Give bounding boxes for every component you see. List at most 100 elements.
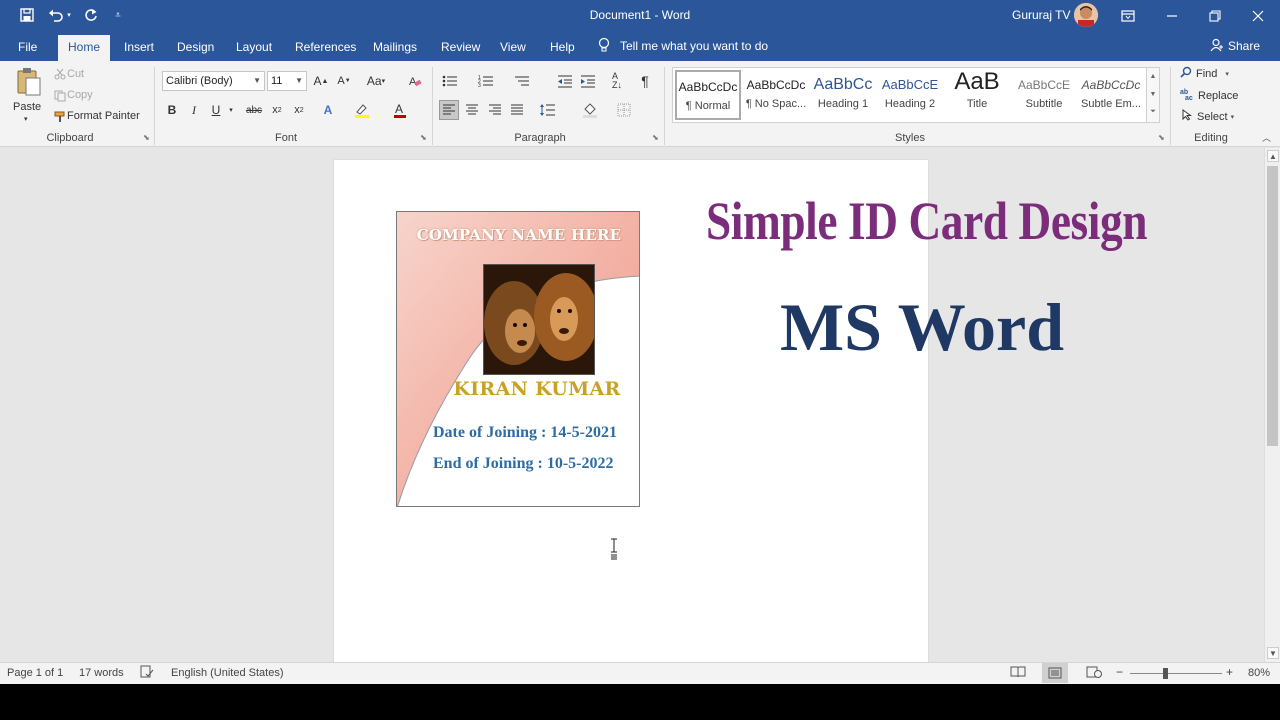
style-no-spacing[interactable]: AaBbCcDc ¶ No Spac...	[743, 70, 809, 120]
copy-button[interactable]: Copy	[67, 89, 93, 101]
font-launcher-icon[interactable]: ⬊	[420, 133, 427, 142]
page-count[interactable]: Page 1 of 1	[7, 667, 63, 679]
tab-design[interactable]: Design	[169, 35, 222, 61]
align-right-icon[interactable]	[485, 100, 505, 120]
style-heading-2[interactable]: AaBbCcE Heading 2	[877, 70, 943, 120]
shading-icon[interactable]	[580, 100, 600, 120]
paragraph-launcher-icon[interactable]: ⬊	[652, 133, 659, 142]
scroll-down-icon[interactable]: ▼	[1267, 647, 1279, 659]
increase-indent-icon[interactable]	[578, 71, 598, 91]
style-subtle-emphasis[interactable]: AaBbCcDc Subtle Em...	[1078, 70, 1144, 120]
web-layout-icon[interactable]	[1086, 666, 1102, 681]
decrease-indent-icon[interactable]	[555, 71, 575, 91]
underline-dropdown-icon[interactable]: ▾	[226, 100, 236, 120]
print-layout-icon[interactable]	[1042, 663, 1068, 683]
underline-icon[interactable]: U	[206, 100, 226, 120]
sort-icon[interactable]: A Z↓	[607, 71, 627, 91]
style-normal[interactable]: AaBbCcDc ¶ Normal	[675, 70, 741, 120]
line-spacing-icon[interactable]	[538, 100, 558, 120]
collapse-ribbon-icon[interactable]: ︿	[1262, 131, 1271, 144]
bullets-icon[interactable]	[440, 71, 460, 91]
ribbon-display-options-icon[interactable]	[1106, 0, 1150, 31]
style-title[interactable]: AaB Title	[944, 70, 1010, 120]
user-name[interactable]: Gururaj TV	[1012, 8, 1070, 22]
styles-scroll[interactable]: ▲ ▼ ⏷	[1146, 67, 1160, 123]
styles-gallery[interactable]: AaBbCcDc ¶ Normal AaBbCcDc ¶ No Spac... …	[672, 67, 1160, 123]
scroll-up-icon[interactable]: ▲	[1267, 150, 1279, 162]
zoom-slider-thumb[interactable]	[1163, 668, 1168, 679]
close-icon[interactable]	[1236, 0, 1280, 31]
tab-mailings[interactable]: Mailings	[365, 35, 425, 61]
more-styles-icon[interactable]: ⏷	[1147, 104, 1159, 120]
tell-me-box[interactable]: Tell me what you want to do	[598, 31, 768, 61]
share-button[interactable]: Share	[1210, 31, 1260, 61]
replace-button[interactable]: ab ac Replace	[1180, 88, 1238, 104]
clipboard-launcher-icon[interactable]: ⬊	[143, 133, 150, 142]
tab-file[interactable]: File	[10, 35, 45, 61]
italic-icon[interactable]: I	[184, 100, 204, 120]
highlight-icon[interactable]	[352, 100, 372, 120]
tab-layout[interactable]: Layout	[228, 35, 280, 61]
language[interactable]: English (United States)	[171, 667, 284, 679]
restore-icon[interactable]	[1193, 0, 1237, 31]
chevron-down-icon: ▼	[295, 76, 303, 85]
paste-button[interactable]: Paste ▾	[10, 65, 46, 127]
word-count[interactable]: 17 words	[79, 667, 124, 679]
divider	[432, 67, 433, 145]
styles-launcher-icon[interactable]: ⬊	[1158, 133, 1165, 142]
show-formatting-icon[interactable]: ¶	[635, 71, 655, 91]
select-button[interactable]: Select ▾	[1182, 109, 1234, 125]
numbering-icon[interactable]: 123	[476, 71, 496, 91]
superscript-icon[interactable]: x2	[289, 100, 309, 120]
style-subtitle[interactable]: AaBbCcE Subtitle	[1011, 70, 1077, 120]
zoom-in-icon[interactable]: +	[1226, 665, 1233, 679]
tab-references[interactable]: References	[287, 35, 364, 61]
shrink-font-icon[interactable]: A ▼	[334, 71, 354, 91]
tab-insert[interactable]: Insert	[116, 35, 162, 61]
text-cursor-icon	[610, 538, 618, 560]
font-color-icon[interactable]: A	[390, 100, 410, 120]
format-painter-button[interactable]: Format Painter	[67, 110, 140, 122]
clipboard-group-label: Clipboard	[46, 132, 94, 144]
clear-formatting-icon[interactable]: A	[405, 71, 425, 91]
zoom-slider[interactable]	[1130, 673, 1222, 674]
tab-help[interactable]: Help	[542, 35, 583, 61]
tab-home[interactable]: Home	[58, 35, 110, 61]
subscript-icon[interactable]: x2	[267, 100, 287, 120]
font-size-select[interactable]: 11 ▼	[267, 71, 307, 91]
change-case-icon[interactable]: Aa ▾	[362, 71, 390, 91]
read-mode-icon[interactable]	[1010, 666, 1026, 681]
tab-review[interactable]: Review	[433, 35, 488, 61]
vertical-scrollbar[interactable]: ▲ ▼	[1264, 148, 1280, 662]
justify-icon[interactable]	[507, 100, 527, 120]
align-center-icon[interactable]	[462, 100, 482, 120]
page-subtitle: MS Word	[780, 289, 1065, 365]
strikethrough-icon[interactable]: abc	[244, 100, 264, 120]
multilevel-list-icon[interactable]	[512, 71, 532, 91]
svg-text:3: 3	[478, 83, 481, 88]
scroll-thumb[interactable]	[1267, 166, 1278, 446]
borders-icon[interactable]	[614, 100, 634, 120]
font-family-select[interactable]: Calibri (Body) ▼	[162, 71, 265, 91]
document-page[interactable]: COMPANY NAME HERE KIRAN KUMAR Date of Jo…	[334, 160, 1147, 662]
minimize-icon[interactable]	[1150, 0, 1194, 31]
zoom-level[interactable]: 80%	[1248, 667, 1270, 679]
style-heading-1[interactable]: AaBbCc Heading 1	[810, 70, 876, 120]
document-area[interactable]: COMPANY NAME HERE KIRAN KUMAR Date of Jo…	[0, 148, 1264, 662]
align-left-icon[interactable]	[439, 100, 459, 120]
grow-font-icon[interactable]: A ▲	[311, 71, 331, 91]
status-bar: Page 1 of 1 17 words English (United Sta…	[0, 662, 1280, 684]
avatar[interactable]	[1074, 3, 1098, 27]
chevron-up-icon[interactable]: ▲	[1147, 68, 1159, 86]
chevron-down-icon[interactable]: ▼	[1147, 86, 1159, 104]
tab-view[interactable]: View	[492, 35, 534, 61]
find-button[interactable]: Find ▾	[1180, 66, 1229, 82]
style-name: Heading 2	[884, 98, 936, 110]
cut-button[interactable]: Cut	[67, 68, 84, 80]
proofing-icon[interactable]	[140, 665, 154, 682]
id-card[interactable]: COMPANY NAME HERE KIRAN KUMAR Date of Jo…	[396, 211, 640, 507]
zoom-out-icon[interactable]: −	[1116, 665, 1123, 679]
bold-icon[interactable]: B	[162, 100, 182, 120]
text-effects-icon[interactable]: A	[318, 100, 338, 120]
paste-label: Paste	[13, 101, 42, 113]
